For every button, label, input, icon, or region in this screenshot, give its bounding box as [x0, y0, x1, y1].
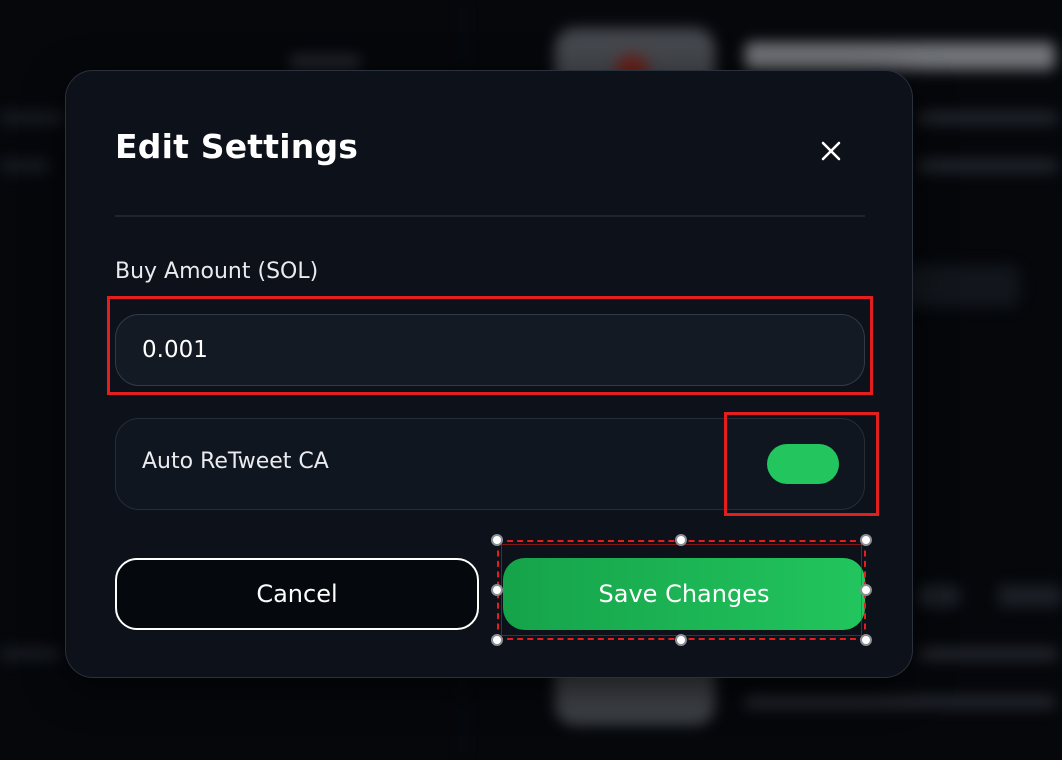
buy-amount-label: Buy Amount (SOL)	[115, 259, 319, 284]
close-icon	[821, 141, 841, 161]
auto-retweet-toggle[interactable]	[767, 444, 839, 484]
auto-retweet-row: Auto ReTweet CA	[115, 418, 865, 510]
save-changes-button[interactable]: Save Changes	[503, 558, 865, 630]
background-text-line	[918, 112, 1058, 124]
background-heading	[998, 585, 1062, 607]
header-divider	[115, 215, 865, 217]
edit-settings-dialog: Edit Settings Buy Amount (SOL) Auto ReTw…	[65, 70, 913, 678]
background-text-line	[745, 696, 1055, 708]
dialog-title: Edit Settings	[115, 127, 359, 166]
background-text-line	[918, 648, 1058, 660]
background-heading	[918, 585, 960, 607]
buy-amount-input[interactable]	[115, 314, 865, 386]
background-profile-name	[745, 42, 1055, 70]
background-tab	[290, 55, 360, 69]
background-text-line	[0, 648, 60, 660]
screen: Edit Settings Buy Amount (SOL) Auto ReTw…	[0, 0, 1062, 760]
background-text-line	[918, 160, 1058, 172]
cancel-button[interactable]: Cancel	[115, 558, 479, 630]
background-text-line	[0, 112, 64, 124]
background-text-line	[0, 160, 50, 172]
close-button[interactable]	[813, 133, 849, 169]
auto-retweet-label: Auto ReTweet CA	[142, 449, 329, 474]
